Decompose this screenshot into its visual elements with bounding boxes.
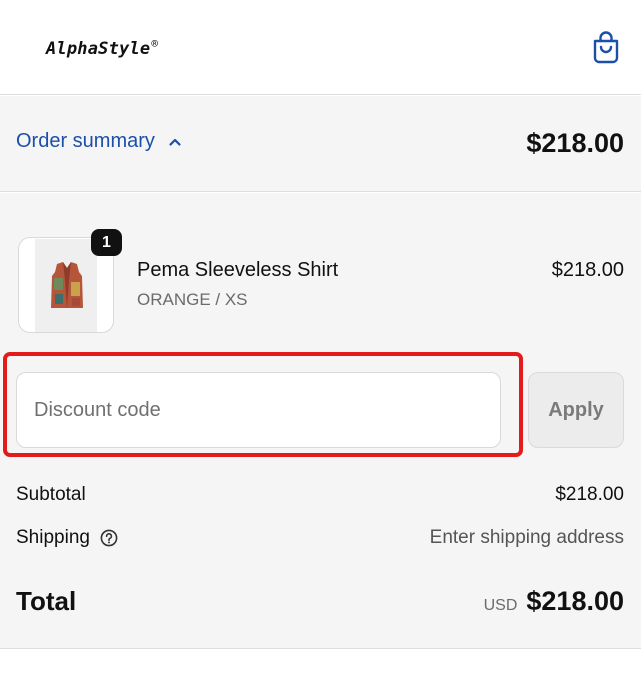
subtotal-row: Subtotal $218.00 [16,484,624,506]
subtotal-value: $218.00 [555,484,624,505]
shipping-label: Shipping [16,527,90,548]
apply-discount-button[interactable]: Apply [528,372,624,448]
chevron-up-icon [169,138,181,146]
sleeveless-shirt-image [51,262,83,308]
checkout-header: AlphaStyle® [0,0,641,95]
total-amount: $218.00 [526,586,624,616]
shipping-label-group: Shipping [16,527,118,549]
order-summary-panel: 1 Pema Sleeveless Shirt ORANGE / XS $218… [0,193,641,649]
brand-registered-mark: ® [151,37,159,50]
subtotal-label: Subtotal [16,484,86,505]
quantity-badge: 1 [91,229,122,256]
order-summary-bar: Order summary $218.00 [0,96,641,192]
question-circle-icon[interactable] [100,529,118,547]
shopping-bag-icon[interactable] [591,30,621,64]
product-variant: ORANGE / XS [137,290,248,309]
product-name: Pema Sleeveless Shirt [137,259,339,281]
order-summary-toggle[interactable]: Order summary [16,130,183,153]
brand-name: AlphaStyle [46,39,151,59]
shipping-row: Shipping Enter shipping address [16,527,624,549]
product-price: $218.00 [551,259,624,281]
total-label: Total [16,586,77,616]
brand-logo[interactable]: AlphaStyle® [46,37,158,59]
discount-code-input[interactable] [16,372,501,448]
shipping-value: Enter shipping address [429,527,624,548]
total-amount-group: USD $218.00 [484,586,624,617]
order-summary-label: Order summary [16,130,155,152]
order-summary-total: $218.00 [526,128,624,158]
total-row: Total USD $218.00 [16,586,624,617]
currency-code: USD [483,597,518,614]
